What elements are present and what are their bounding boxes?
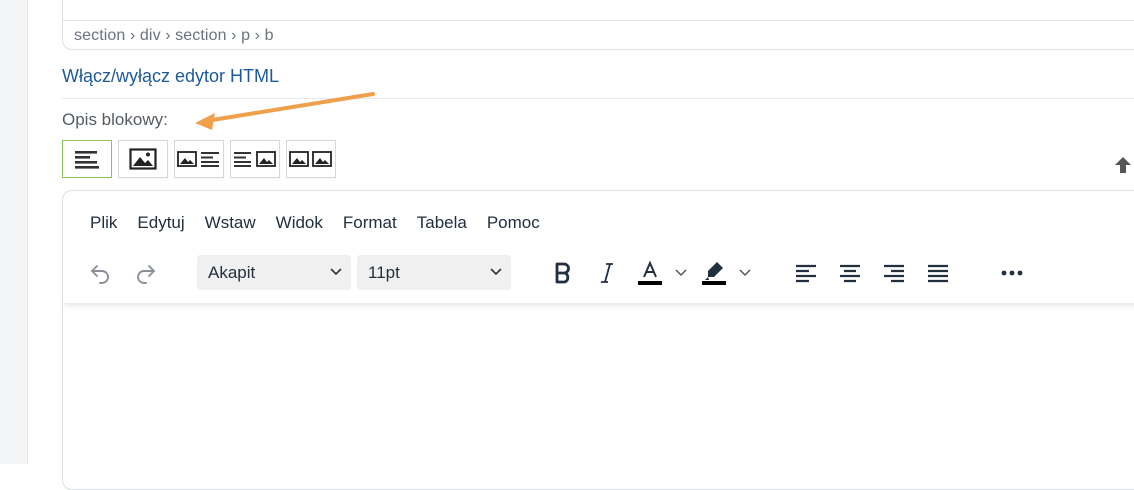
menu-format[interactable]: Format (333, 211, 407, 235)
menu-edit[interactable]: Edytuj (127, 211, 194, 235)
image-left-text-right-icon (177, 151, 219, 167)
align-left-icon (796, 264, 816, 283)
chevron-down-icon (739, 269, 751, 277)
editor-menubar: Plik Edytuj Wstaw Widok Format Tabela Po… (80, 211, 550, 235)
chevron-down-icon (330, 268, 342, 276)
text-color-button[interactable] (635, 258, 665, 288)
align-justify-icon (928, 264, 948, 283)
align-justify-button[interactable] (925, 260, 951, 286)
text-color-dropdown[interactable] (673, 266, 689, 280)
menu-file[interactable]: Plik (80, 211, 127, 235)
more-icon (1001, 270, 1023, 276)
arrow-up-icon[interactable] (1113, 155, 1133, 175)
redo-button[interactable] (133, 260, 159, 286)
align-left-button[interactable] (793, 260, 819, 286)
annotation-arrow-icon (195, 92, 375, 130)
menu-insert[interactable]: Wstaw (195, 211, 266, 235)
more-button[interactable] (999, 260, 1025, 286)
font-size-select[interactable]: 11pt (357, 255, 511, 290)
chevron-down-icon (675, 269, 687, 277)
menu-help[interactable]: Pomoc (477, 211, 550, 235)
highlight-color-icon (702, 262, 726, 285)
bold-button[interactable] (549, 259, 577, 287)
align-center-icon (840, 264, 860, 283)
rich-text-editor: Plik Edytuj Wstaw Widok Format Tabela Po… (62, 190, 1134, 490)
text-align-left-icon (75, 151, 99, 169)
editor-content-area[interactable] (63, 304, 1134, 489)
menu-table[interactable]: Tabela (407, 211, 477, 235)
bold-icon (555, 262, 570, 284)
two-images-icon (289, 151, 332, 167)
layout-image-text-button[interactable] (174, 140, 224, 178)
font-size-value: 11pt (368, 262, 400, 282)
layout-text-only-button[interactable] (62, 140, 112, 178)
text-left-image-right-icon (234, 151, 276, 167)
layout-two-images-button[interactable] (286, 140, 336, 178)
menu-view[interactable]: Widok (266, 211, 333, 235)
align-right-icon (884, 264, 904, 283)
editor-header: Plik Edytuj Wstaw Widok Format Tabela Po… (63, 191, 1134, 304)
chevron-down-icon (490, 268, 502, 276)
italic-button[interactable] (593, 259, 621, 287)
align-center-button[interactable] (837, 260, 863, 286)
italic-icon (601, 263, 613, 283)
block-format-value: Akapit (208, 262, 256, 282)
undo-icon (91, 265, 109, 284)
layout-text-image-button[interactable] (230, 140, 280, 178)
text-color-icon (638, 260, 662, 285)
editor-toolbar: Akapit 11pt (63, 254, 1134, 292)
highlight-color-button[interactable] (699, 258, 729, 288)
layout-image-only-button[interactable] (118, 140, 168, 178)
image-icon (129, 148, 157, 170)
block-format-select[interactable]: Akapit (197, 255, 351, 290)
align-right-button[interactable] (881, 260, 907, 286)
redo-icon (137, 265, 155, 284)
layout-selector (62, 140, 336, 178)
undo-button[interactable] (87, 260, 113, 286)
highlight-color-dropdown[interactable] (737, 266, 753, 280)
